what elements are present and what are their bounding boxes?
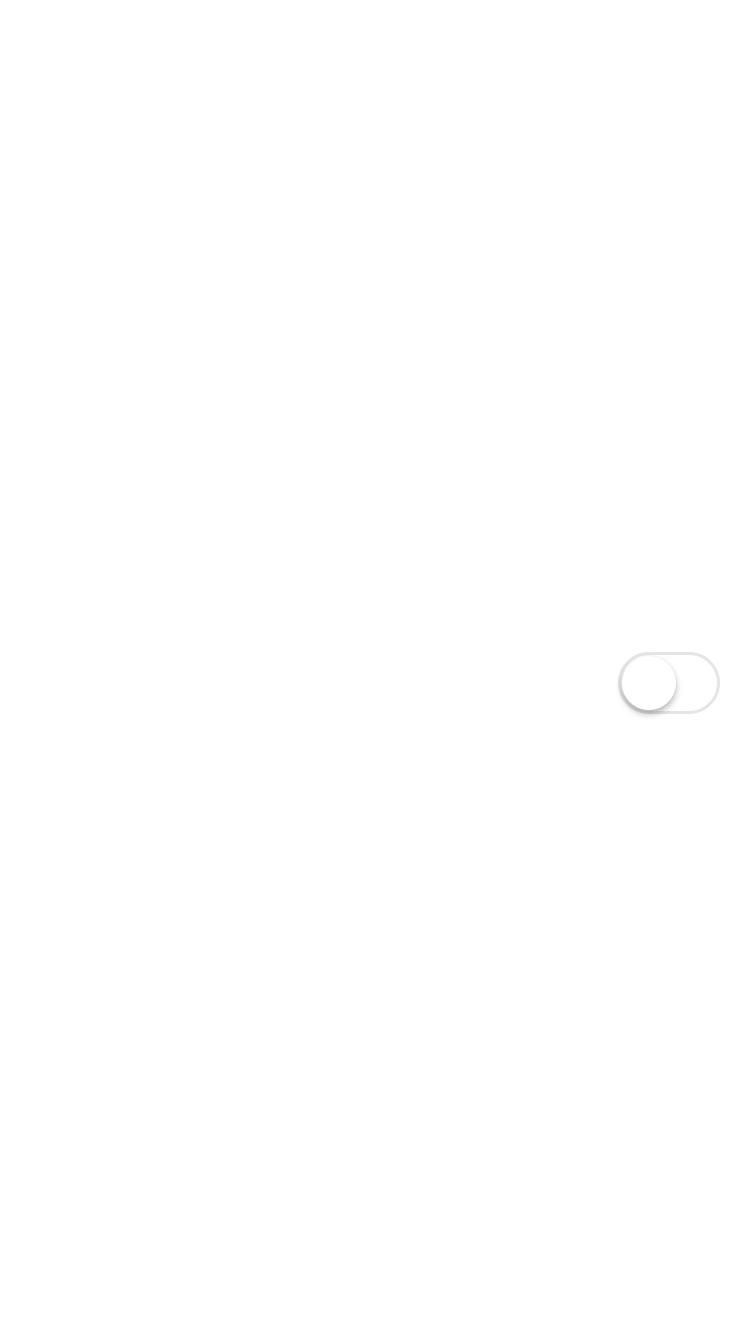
toggle-knob[interactable]	[622, 656, 676, 710]
app-screen	[0, 0, 750, 1334]
toggle-switch[interactable]	[618, 652, 720, 714]
